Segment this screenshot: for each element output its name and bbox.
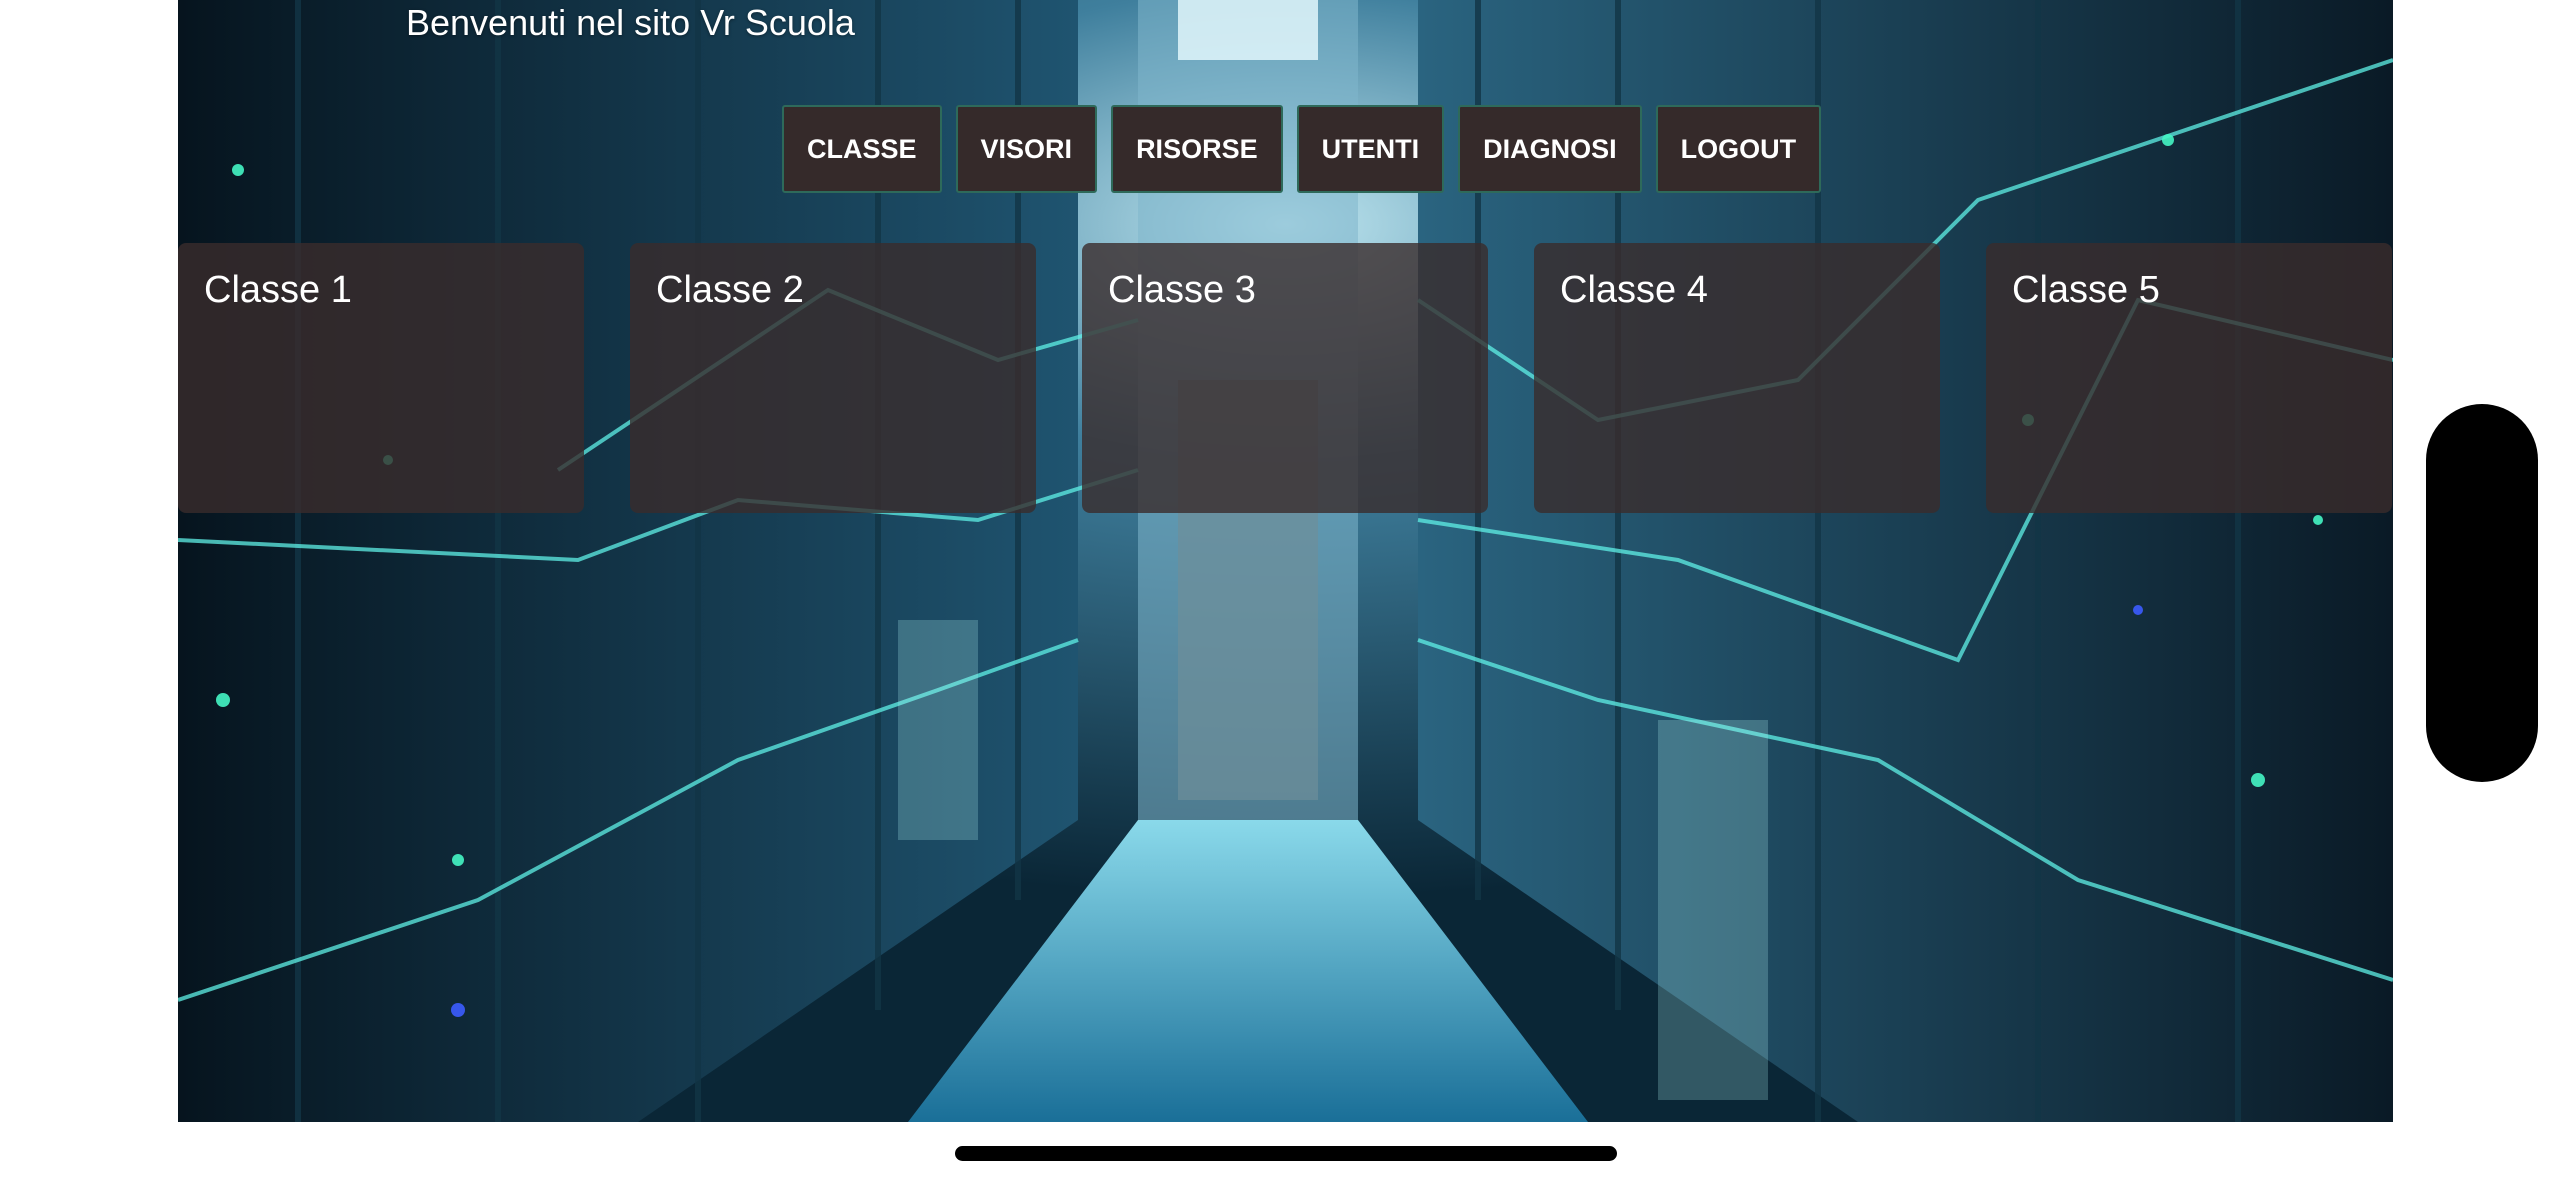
nav-button-visori[interactable]: VISORI [955,105,1098,193]
main-nav: CLASSE VISORI RISORSE UTENTI DIAGNOSI LO… [782,105,1822,193]
class-card-3[interactable]: Classe 3 [1082,243,1488,513]
nav-button-utenti[interactable]: UTENTI [1296,105,1445,193]
page-viewport: Benvenuti nel sito Vr Scuola CLASSE VISO… [178,0,2393,1122]
nav-button-diagnosi[interactable]: DIAGNOSI [1458,105,1642,193]
class-card-title: Classe 5 [2012,269,2160,311]
class-card-title: Classe 1 [204,269,352,311]
nav-button-classe[interactable]: CLASSE [782,105,942,193]
class-card-4[interactable]: Classe 4 [1534,243,1940,513]
side-scroll-handle[interactable] [2426,404,2538,782]
nav-button-logout[interactable]: LOGOUT [1655,105,1822,193]
class-card-2[interactable]: Classe 2 [630,243,1036,513]
nav-button-risorse[interactable]: RISORSE [1111,105,1283,193]
class-card-5[interactable]: Classe 5 [1986,243,2392,513]
class-card-1[interactable]: Classe 1 [178,243,584,513]
class-card-title: Classe 3 [1108,269,1256,311]
class-card-title: Classe 4 [1560,269,1708,311]
home-indicator[interactable] [955,1146,1617,1161]
class-card-list: Classe 1 Classe 2 Classe 3 Classe 4 Clas… [178,243,2393,513]
page-title: Benvenuti nel sito Vr Scuola [406,2,855,43]
class-card-title: Classe 2 [656,269,804,311]
